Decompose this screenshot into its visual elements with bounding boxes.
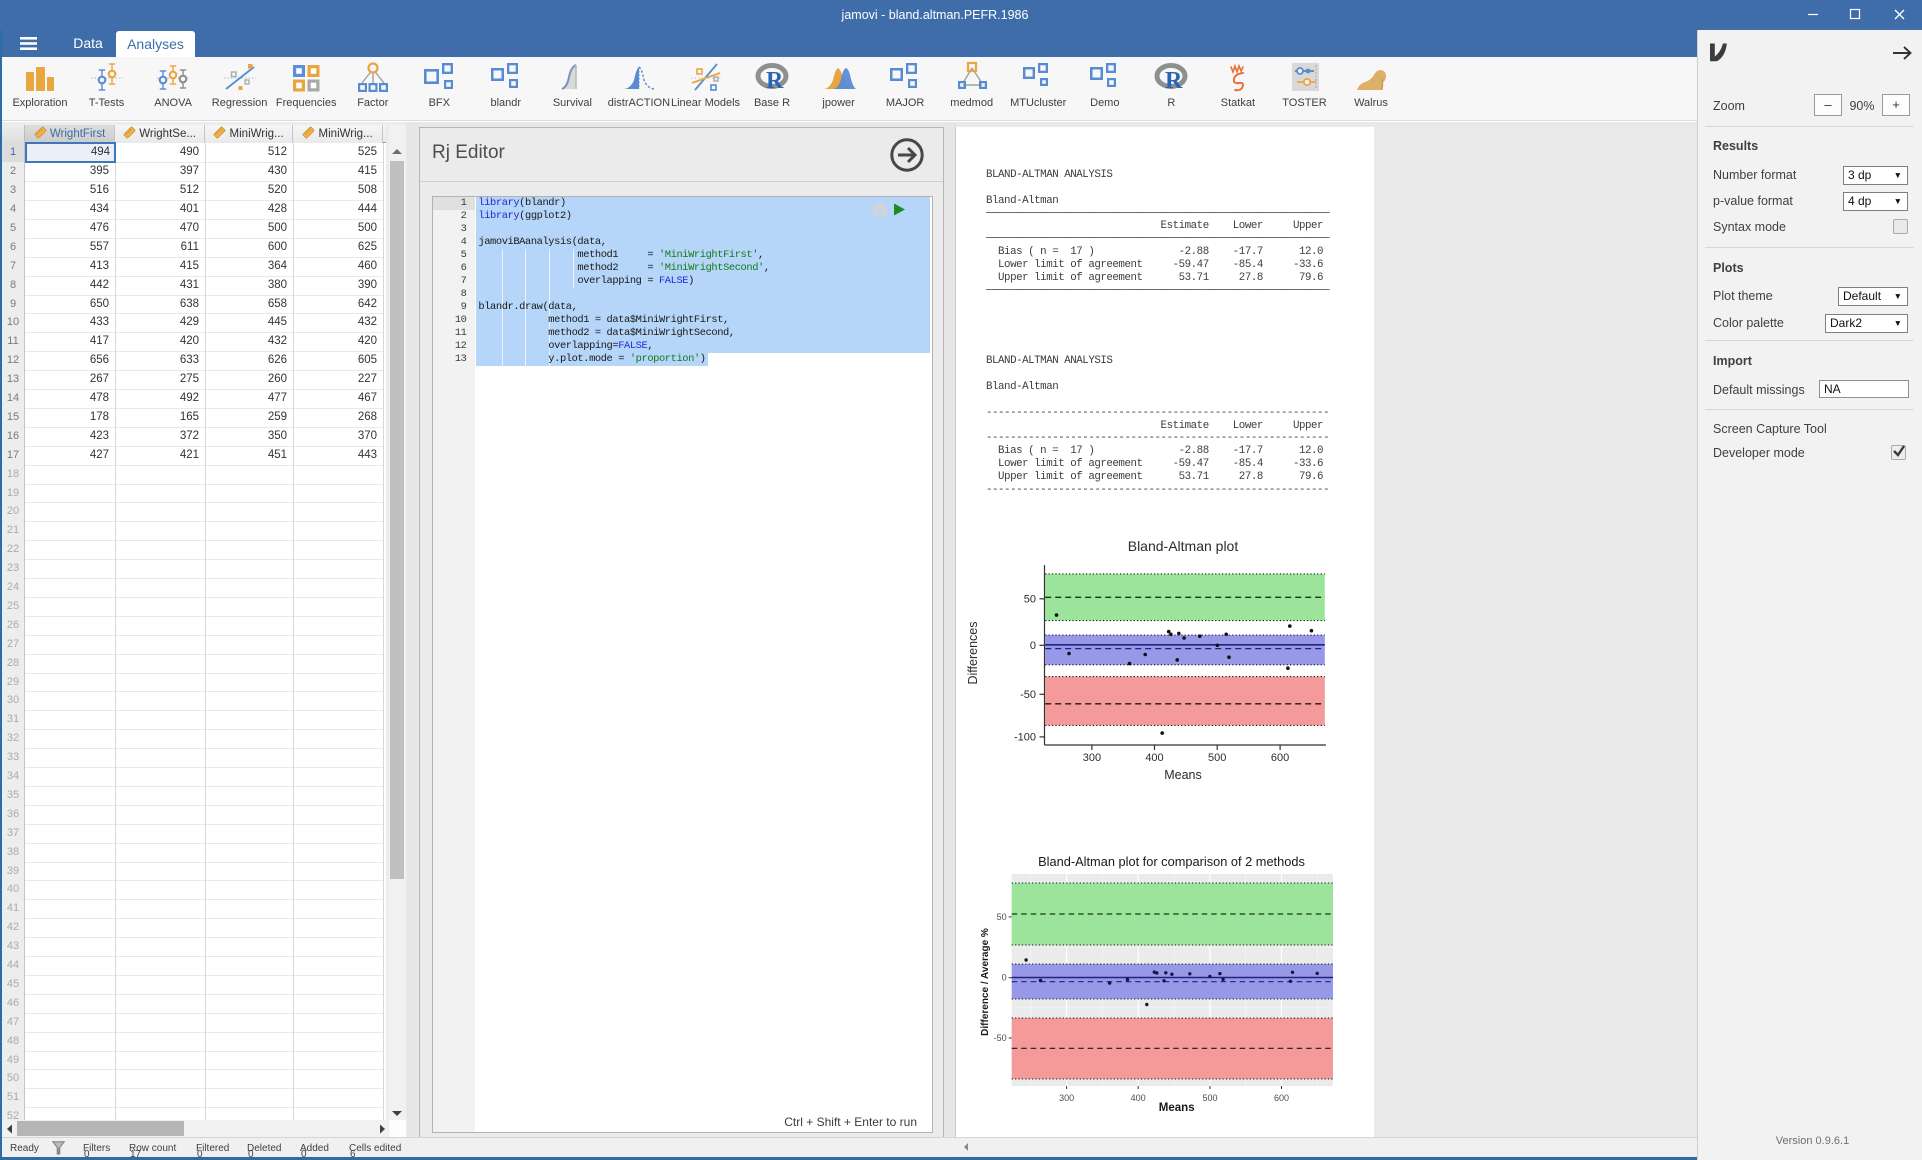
svg-text:600: 600 (1271, 752, 1289, 764)
svg-text:Bland-Altman plot for comparis: Bland-Altman plot for comparison of 2 me… (1038, 854, 1305, 869)
svg-text:Means: Means (1159, 1102, 1195, 1114)
svg-text:Bland-Altman plot: Bland-Altman plot (1128, 538, 1239, 554)
svg-text:-50: -50 (1020, 689, 1036, 701)
svg-text:500: 500 (1208, 752, 1226, 764)
svg-text:400: 400 (1145, 752, 1163, 764)
svg-text:Difference / Average %: Difference / Average % (980, 928, 991, 1036)
svg-text:-50: -50 (994, 1033, 1007, 1043)
svg-text:500: 500 (1202, 1093, 1217, 1103)
svg-text:R: R (1165, 68, 1183, 94)
svg-text:0: 0 (1030, 640, 1036, 652)
svg-text:Differences: Differences (966, 622, 980, 685)
svg-text:600: 600 (1274, 1093, 1289, 1103)
svg-text:50: 50 (997, 912, 1007, 922)
svg-text:R: R (766, 68, 784, 94)
svg-text:400: 400 (1131, 1093, 1146, 1103)
svg-text:50: 50 (1024, 593, 1036, 605)
svg-text:300: 300 (1059, 1093, 1074, 1103)
svg-text:0: 0 (1002, 973, 1007, 983)
svg-text:Means: Means (1164, 768, 1202, 782)
svg-text:-100: -100 (1014, 731, 1036, 743)
svg-text:300: 300 (1083, 752, 1101, 764)
